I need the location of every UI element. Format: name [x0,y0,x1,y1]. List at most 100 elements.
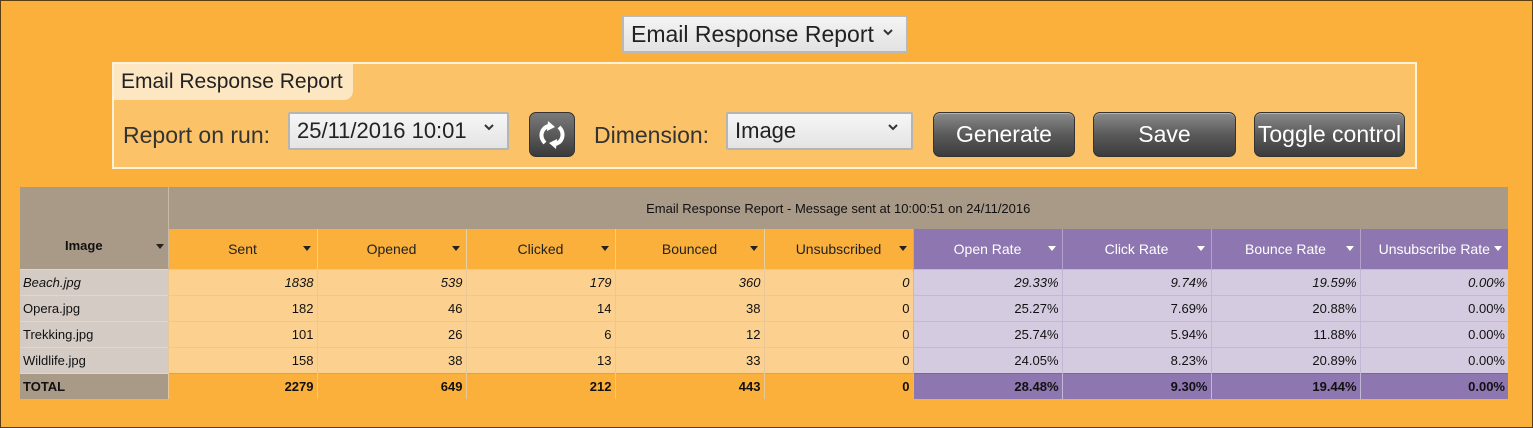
table-cell: 24.05% [912,346,1062,373]
save-button[interactable]: Save [1093,112,1236,157]
refresh-icon [539,120,565,149]
column-header-open-rate[interactable]: Open Rate [912,229,1062,269]
table-cell: 8.23% [1061,346,1211,373]
table-cell: 2279 [167,372,317,399]
table-cell: 14 [465,294,615,321]
table-cell: 9.74% [1061,268,1211,295]
column-header-label: Sent [228,240,257,257]
table-cell: 9.30% [1061,372,1211,399]
sort-arrow-icon [1494,246,1502,251]
column-header-label: Unsubscribed [795,240,882,257]
table-cell: 360 [614,268,764,295]
table-cell: 13 [465,346,615,373]
chevron-down-icon [888,124,898,131]
table-cell: 11.88% [1210,320,1360,347]
column-header-row: Sent Opened Clicked Bounced Unsubscribed… [20,229,1508,269]
column-header-clicked[interactable]: Clicked [465,229,615,269]
sort-arrow-icon [155,243,164,249]
chevron-down-icon [484,124,494,131]
table-cell: 26 [316,320,466,347]
table-cell: 25.74% [912,320,1062,347]
table-row: Opera.jpg 182 46 14 38 0 25.27% 7.69% 20.88% 0.00… [20,294,1508,321]
table-cell: 1838 [167,268,317,295]
table-cell: 19.59% [1210,268,1360,295]
table-cell: 12 [614,320,764,347]
table-cell: 6 [465,320,615,347]
table-caption: Email Response Report - Message sent at … [168,187,1508,229]
row-image-name: Opera.jpg [20,294,168,321]
column-header-label: Click Rate [1104,240,1169,257]
sort-arrow-icon [1196,246,1205,251]
report-type-select[interactable]: Email Response Report [622,15,908,53]
table-cell: 539 [316,268,466,295]
table-cell: 101 [167,320,317,347]
column-header-click-rate[interactable]: Click Rate [1061,229,1211,269]
report-type-value: Email Response Report [631,20,874,47]
toggle-control-button[interactable]: Toggle control [1254,112,1405,157]
table-cell: 0 [763,294,913,321]
column-header-bounced[interactable]: Bounced [614,229,764,269]
table-cell: 0.00% [1359,294,1508,321]
total-label: TOTAL [20,372,168,399]
column-header-label: Clicked [517,240,564,257]
table-row: Beach.jpg 1838 539 179 360 0 29.33% 9.74% 19.59%… [20,268,1508,295]
generate-button[interactable]: Generate [933,112,1075,157]
table-cell: 649 [316,372,466,399]
report-on-run-label: Report on run: [123,122,271,148]
table-row: Wildlife.jpg 158 38 13 33 0 24.05% 8.23% 20.89% 0… [20,346,1508,373]
report-run-select[interactable]: 25/11/2016 10:01 [288,112,509,150]
table-cell: 33 [614,346,764,373]
table-row: Trekking.jpg 101 26 6 12 0 25.74% 5.94% 11.88% 0.… [20,320,1508,347]
table-cell: 20.88% [1210,294,1360,321]
table-cell: 29.33% [912,268,1062,295]
sort-arrow-icon [749,246,758,251]
table-cell: 182 [167,294,317,321]
column-header-label: Opened [366,240,417,257]
total-row: TOTAL 2279 649 212 443 0 28.48% 9.30% 19.44% 0.00… [20,372,1508,399]
panel-title: Email Response Report [114,64,353,100]
column-header-unsubscribed[interactable]: Unsubscribed [763,229,913,269]
table-cell: 158 [167,346,317,373]
row-image-name: Trekking.jpg [20,320,168,347]
row-image-name: Wildlife.jpg [20,346,168,373]
column-header-label: Bounce Rate [1245,240,1326,257]
sort-arrow-icon [1345,246,1354,251]
table-cell: 28.48% [912,372,1062,399]
column-header-label: Open Rate [953,240,1022,257]
table-cell: 0.00% [1359,268,1508,295]
sort-arrow-icon [1047,246,1056,251]
column-header-sent[interactable]: Sent [167,229,317,269]
table-cell: 0 [763,346,913,373]
dimension-label: Dimension: [594,122,710,148]
table-cell: 25.27% [912,294,1062,321]
sort-arrow-icon [898,246,907,251]
table-cell: 179 [465,268,615,295]
sort-arrow-icon [451,246,460,251]
column-header-unsubscribe-rate[interactable]: Unsubscribe Rate [1359,229,1508,269]
row-image-name: Beach.jpg [20,268,168,295]
table-cell: 0.00% [1359,346,1508,373]
column-header-label: Unsubscribe Rate [1378,240,1490,257]
sort-arrow-icon [302,246,311,251]
dimension-value: Image [735,118,797,143]
chevron-down-icon [883,29,893,36]
table-cell: 7.69% [1061,294,1211,321]
dimension-select[interactable]: Image [726,112,913,150]
row-dimension-header-label: Image [65,237,103,253]
table-cell: 0 [763,372,913,399]
refresh-button[interactable] [529,112,575,157]
table-cell: 38 [614,294,764,321]
table-cell: 20.89% [1210,346,1360,373]
table-cell: 212 [465,372,615,399]
table-cell: 0.00% [1359,320,1508,347]
column-header-opened[interactable]: Opened [316,229,466,269]
row-dimension-header[interactable]: Image [20,187,169,269]
table-cell: 38 [316,346,466,373]
table-cell: 443 [614,372,764,399]
report-run-value: 25/11/2016 10:01 [297,118,467,143]
table-cell: 0 [763,268,913,295]
table-cell: 46 [316,294,466,321]
table-cell: 5.94% [1061,320,1211,347]
column-header-bounce-rate[interactable]: Bounce Rate [1210,229,1360,269]
report-table: Image Email Response Report - Message se… [20,187,1508,399]
